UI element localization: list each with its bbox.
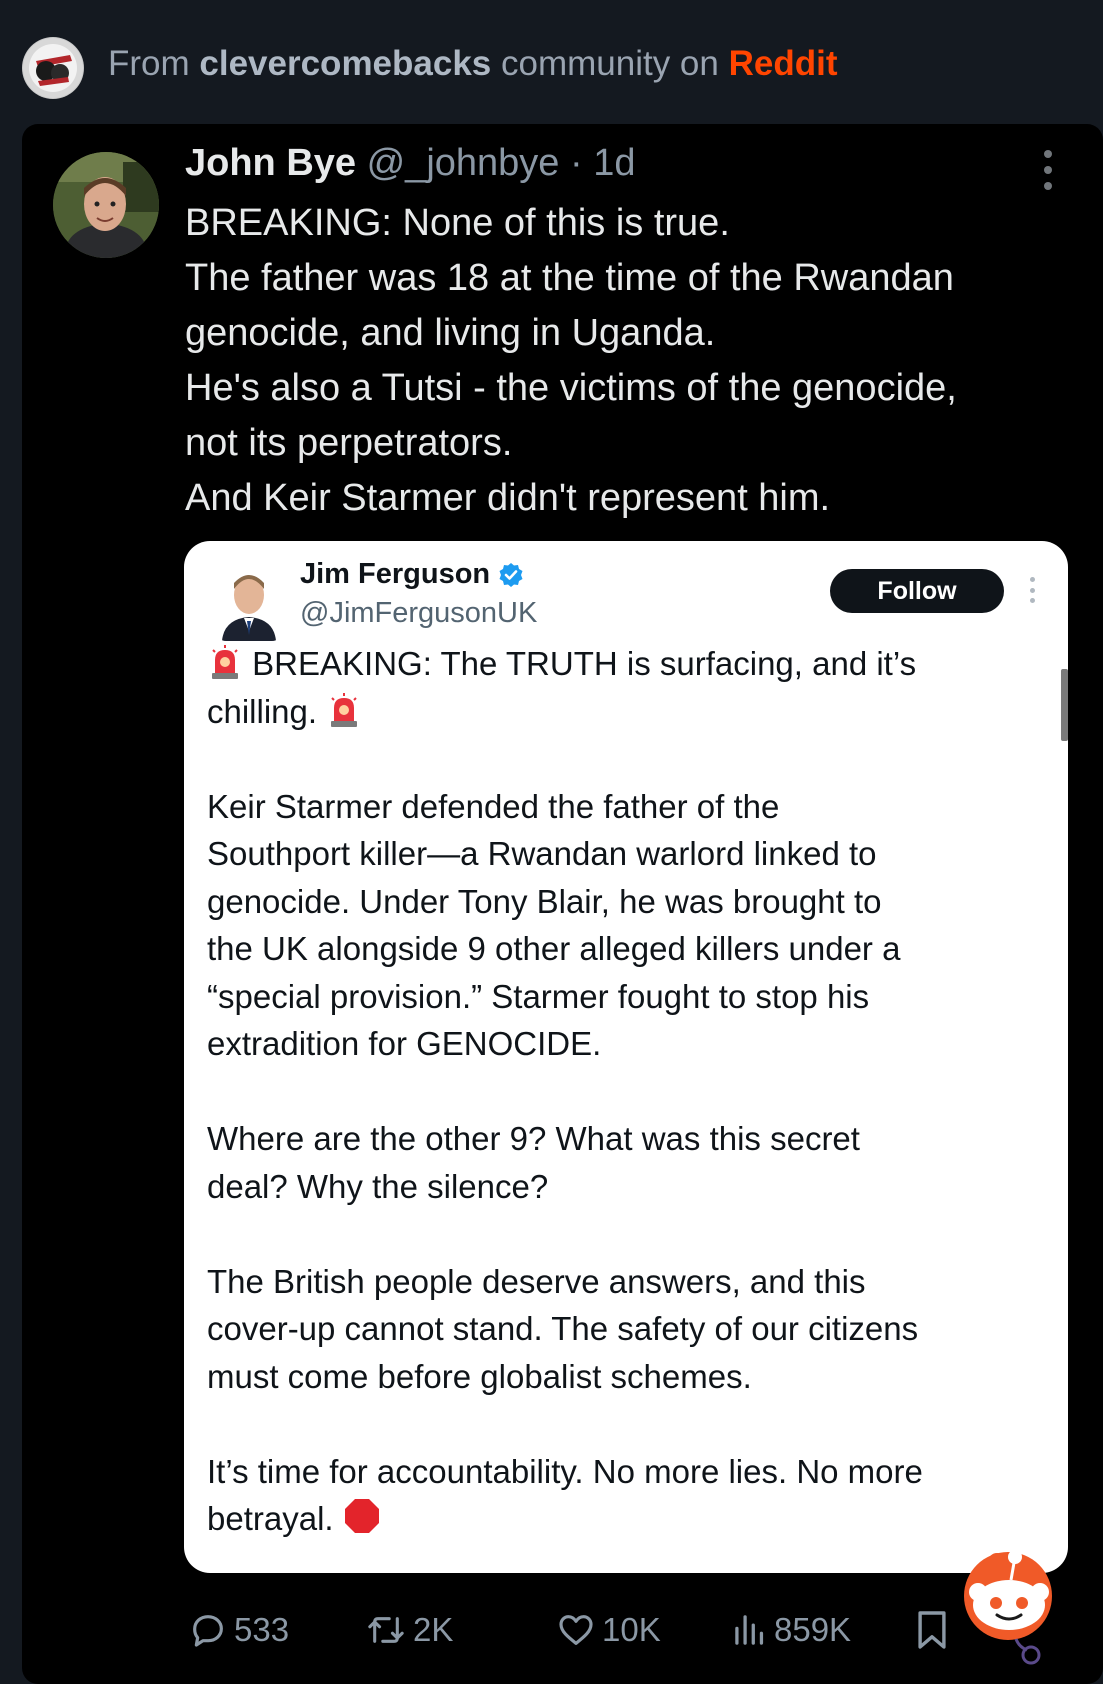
quoted-tweet[interactable]: Jim Ferguson @JimFergusonUK Follow BREAK… [184,541,1068,1573]
quoted-author-name-row: Jim Ferguson [300,558,524,591]
like-button[interactable]: 10K [556,1600,661,1660]
tweet-line: He's also a Tutsi - the victims of the g… [185,367,957,409]
quoted-author-avatar[interactable] [216,561,282,641]
reddit-link[interactable]: Reddit [729,44,838,83]
tweet-header: John Bye @_johnbye · 1d [185,142,636,185]
quoted-line-text: betrayal. [207,1500,334,1537]
quoted-line: Southport killer—a Rwandan warlord linke… [207,835,877,872]
author-name[interactable]: John Bye [185,142,356,184]
follow-button[interactable]: Follow [830,569,1004,613]
scrollbar-thumb[interactable] [1061,669,1068,741]
stop-sign-emoji-icon [343,1497,379,1533]
quoted-line: chilling. [207,688,1047,736]
quoted-line: must come before globalist schemes. [207,1357,752,1395]
quoted-line: BREAKING: The TRUTH is surfacing, and it… [207,640,1047,688]
tweet-time[interactable]: 1d [593,142,635,184]
header-prefix: From [108,44,200,83]
author-handle[interactable]: @_johnbye [367,142,560,184]
views-button[interactable]: 859K [732,1600,851,1660]
reddit-snoo-icon[interactable] [961,1535,1091,1674]
siren-emoji-icon [207,644,243,680]
tweet-line: genocide, and living in Uganda. [185,312,716,354]
quoted-line: The British people deserve answers, and … [207,1262,866,1300]
quoted-more-options-icon[interactable] [1030,577,1036,603]
quoted-line: genocide. Under Tony Blair, he was broug… [207,882,882,920]
repost-button[interactable]: 2K [365,1600,453,1660]
quoted-line: extradition for GENOCIDE. [207,1025,602,1062]
bookmark-button[interactable] [915,1600,949,1660]
quoted-line-text: BREAKING: The TRUTH is surfacing, and it… [252,645,917,682]
verified-badge-icon [499,562,523,587]
quoted-author-handle[interactable]: @JimFergusonUK [300,597,537,630]
quoted-line: Keir Starmer defended the father of the [207,787,780,825]
quoted-line: betrayal. [207,1495,1047,1543]
author-avatar[interactable] [53,152,159,258]
quoted-tweet-text: BREAKING: The TRUTH is surfacing, and it… [207,640,1047,1543]
tweet-line: The father was 18 at the time of the Rwa… [185,257,954,299]
header-middle: community on [491,44,729,83]
tweet-line: not its perpetrators. [185,422,513,464]
repost-icon [368,1617,404,1643]
header-separator: · [559,142,594,184]
reply-button[interactable]: 533 [188,1600,289,1660]
community-avatar[interactable] [22,37,84,99]
views-icon [735,1615,764,1645]
quoted-line: It’s time for accountability. No more li… [207,1452,923,1490]
tweet-actions-bar: 533 2K 10K 859K [188,1600,1088,1660]
quoted-line: the UK alongside 9 other alleged killers… [207,930,901,967]
like-count: 10K [602,1611,661,1648]
quoted-author-name[interactable]: Jim Ferguson [300,558,490,591]
tweet-line: And Keir Starmer didn't represent him. [185,477,831,519]
reply-icon [193,1615,223,1647]
reply-count: 533 [234,1611,290,1648]
quoted-line: Where are the other 9? What was this sec… [207,1120,860,1157]
reddit-source-header: From clevercomebacks community on Reddit [0,0,1103,124]
community-name-link[interactable]: clevercomebacks [199,44,491,83]
views-count: 859K [774,1611,852,1648]
quoted-line-text: chilling. [207,692,318,730]
bookmark-icon [918,1611,946,1649]
siren-emoji-icon [326,692,362,728]
more-options-icon[interactable] [1038,150,1058,190]
tweet-text: BREAKING: None of this is true. The fath… [185,196,1075,526]
heart-icon [559,1615,593,1645]
quoted-line: deal? Why the silence? [207,1167,549,1205]
quoted-line: cover-up cannot stand. The safety of our… [207,1310,919,1347]
repost-count: 2K [413,1611,454,1648]
tweet-line: BREAKING: None of this is true. [185,202,730,244]
header-text: From clevercomebacks community on Reddit [108,44,837,84]
quoted-line: “special provision.” Starmer fought to s… [207,977,870,1015]
